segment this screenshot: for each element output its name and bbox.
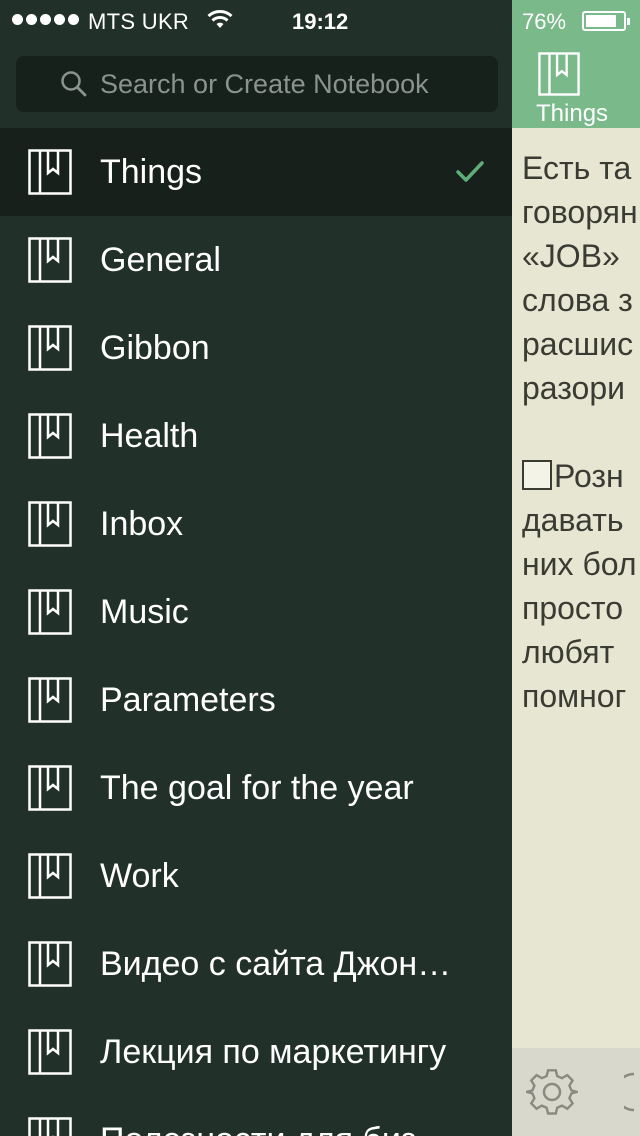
notebook-item-health[interactable]: Health [0, 392, 512, 480]
notebook-icon [28, 149, 72, 195]
note-line: слова з [522, 282, 633, 318]
battery-icon [582, 11, 630, 31]
notebook-item-goal-for-the-year[interactable]: The goal for the year [0, 744, 512, 832]
notebook-label: The goal for the year [100, 769, 414, 807]
signal-strength-icon [12, 14, 79, 25]
note-line: говорян [522, 194, 638, 230]
note-header[interactable]: 76% Things [512, 0, 640, 128]
note-line: любят [522, 634, 615, 670]
note-line: давать [522, 502, 624, 538]
notebook-icon [28, 325, 72, 371]
notebook-label: Music [100, 593, 189, 631]
note-line: просто [522, 590, 624, 626]
checkbox-icon[interactable] [522, 460, 552, 490]
note-line: разори [522, 370, 626, 406]
notebook-icon [28, 765, 72, 811]
note-preview-panel[interactable]: 76% Things Есть та говорян «JOB» слова з… [512, 0, 640, 1136]
notebook-item-parameters[interactable]: Parameters [0, 656, 512, 744]
notebook-item-work[interactable]: Work [0, 832, 512, 920]
note-line: них бол [522, 546, 637, 582]
notebook-icon [538, 52, 580, 96]
notebook-icon [28, 1117, 72, 1136]
note-body[interactable]: Есть та говорян «JOB» слова з расшис раз… [522, 146, 640, 718]
notebook-sidebar: MTS UKR 19:12 Things General Gibbon [0, 0, 512, 1136]
note-line: помног [522, 678, 627, 714]
notebook-label: Лекция по маркетингу [100, 1033, 447, 1071]
note-toolbar [512, 1048, 640, 1136]
notebook-icon [28, 413, 72, 459]
search-input[interactable] [100, 64, 490, 104]
status-bar: MTS UKR 19:12 [0, 0, 512, 42]
notebook-label: General [100, 241, 221, 279]
notebook-icon [28, 677, 72, 723]
notebook-icon [28, 589, 72, 635]
note-line: «JOB» [522, 238, 620, 274]
gear-icon[interactable] [526, 1066, 578, 1118]
notebook-icon [28, 237, 72, 283]
notebook-label: Полезности для биз [100, 1118, 490, 1136]
notebook-item-general[interactable]: General [0, 216, 512, 304]
partial-icon[interactable] [624, 1068, 640, 1116]
note-notebook-title: Things [536, 100, 609, 127]
wifi-icon [207, 10, 233, 28]
note-line: расшис [522, 326, 634, 362]
notebook-item-video[interactable]: Видео с сайта Джон… [0, 920, 512, 1008]
status-time: 19:12 [292, 9, 349, 34]
note-line: Розн [554, 458, 624, 494]
notebook-icon [28, 941, 72, 987]
notebook-item-inbox[interactable]: Inbox [0, 480, 512, 568]
note-checklist-line: Розн [522, 454, 640, 498]
search-bar[interactable] [16, 56, 498, 112]
checkmark-icon [456, 161, 484, 182]
notebook-list: Things General Gibbon Health Inbox Music… [0, 128, 512, 1136]
notebook-item-marketing-lecture[interactable]: Лекция по маркетингу [0, 1008, 512, 1096]
notebook-label: Inbox [100, 505, 184, 543]
notebook-label: Gibbon [100, 329, 210, 367]
search-icon [61, 71, 87, 97]
notebook-label: Parameters [100, 681, 276, 719]
carrier-name: MTS UKR [88, 9, 190, 34]
notebook-icon [28, 853, 72, 899]
notebook-label: Видео с сайта Джон… [100, 945, 452, 983]
notebook-label: Work [100, 857, 179, 895]
notebook-item-gibbon[interactable]: Gibbon [0, 304, 512, 392]
note-line: Есть та [522, 150, 632, 186]
battery-percentage: 76% [522, 9, 567, 34]
notebook-label: Health [100, 417, 199, 455]
notebook-item-music[interactable]: Music [0, 568, 512, 656]
notebook-item-things[interactable]: Things [0, 128, 512, 216]
notebook-label: Things [100, 153, 203, 191]
notebook-icon [28, 1029, 72, 1075]
notebook-icon [28, 501, 72, 547]
notebook-item-business-tips[interactable]: Полезности для биз [0, 1096, 512, 1136]
